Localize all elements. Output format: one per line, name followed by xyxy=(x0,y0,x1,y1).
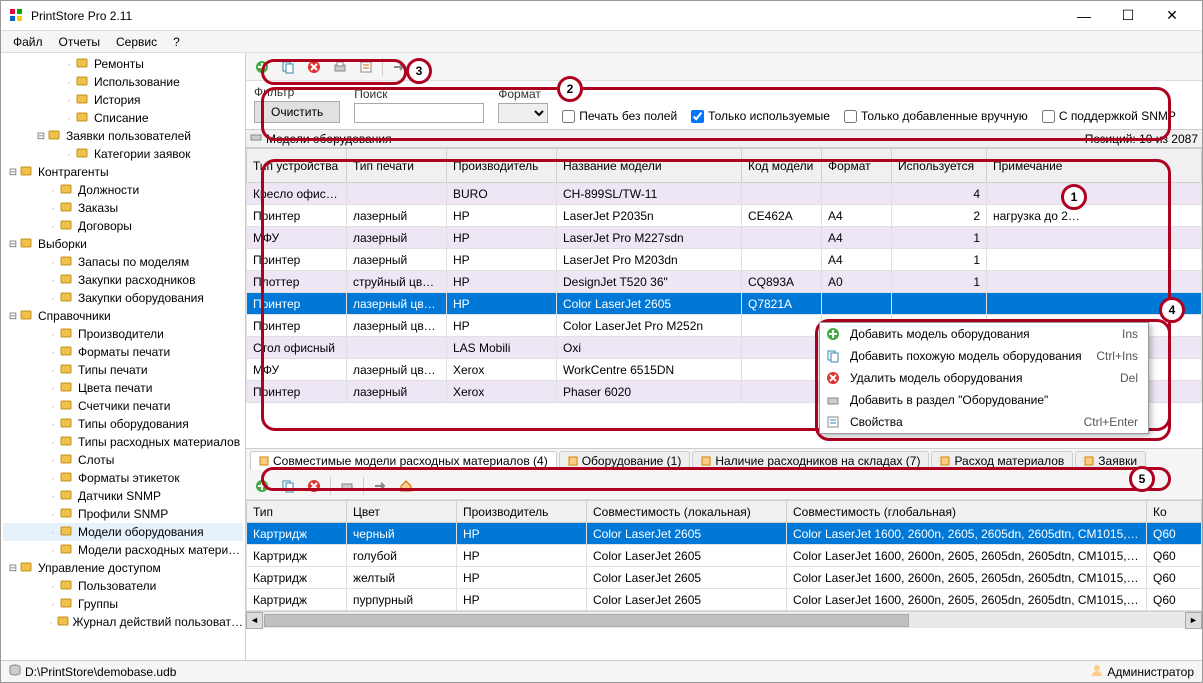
marker-4: 4 xyxy=(1159,297,1185,323)
tree-item[interactable]: ⊟Справочники xyxy=(3,307,243,325)
current-user: Администратор xyxy=(1107,665,1194,679)
tree-item[interactable]: ·Цвета печати xyxy=(3,379,243,397)
printer-icon xyxy=(250,131,262,146)
tree-item[interactable]: ·Типы печати xyxy=(3,361,243,379)
tree-item[interactable]: ·Договоры xyxy=(3,217,243,235)
tree-item[interactable]: ·Закупки оборудования xyxy=(3,289,243,307)
tree-item[interactable]: ·Слоты xyxy=(3,451,243,469)
status-bar: D:\PrintStore\demobase.udb Администратор xyxy=(1,660,1202,682)
context-menu-item[interactable]: Добавить похожую модель оборудованияCtrl… xyxy=(820,345,1148,367)
tree-item[interactable]: ·Модели оборудования xyxy=(3,523,243,541)
tree-item[interactable]: ·Использование xyxy=(3,73,243,91)
tree-item[interactable]: ·Журнал действий пользоват… xyxy=(3,613,243,631)
app-icon xyxy=(9,8,25,24)
tree-item[interactable]: ·Категории заявок xyxy=(3,145,243,163)
column-header[interactable]: Цвет xyxy=(347,501,457,523)
tree-item[interactable]: ·Форматы этикеток xyxy=(3,469,243,487)
table-row[interactable]: КартриджголубойHPColor LaserJet 2605Colo… xyxy=(247,545,1202,567)
column-header[interactable]: Совместимость (глобальная) xyxy=(787,501,1147,523)
tree-item[interactable]: ·Пользователи xyxy=(3,577,243,595)
marker-5: 5 xyxy=(1129,466,1155,492)
maximize-button[interactable]: ☐ xyxy=(1106,2,1150,30)
tree-item[interactable]: ·Списание xyxy=(3,109,243,127)
menu-help[interactable]: ? xyxy=(173,35,180,49)
context-menu-item[interactable]: Добавить в раздел "Оборудование" xyxy=(820,389,1148,411)
main-menu: Файл Отчеты Сервис ? xyxy=(1,31,1202,53)
menu-service[interactable]: Сервис xyxy=(116,35,157,49)
user-icon xyxy=(1091,664,1103,679)
horizontal-scrollbar[interactable]: ◄► xyxy=(246,611,1202,628)
tree-item[interactable]: ·Производители xyxy=(3,325,243,343)
tree-item[interactable]: ·Типы расходных материалов xyxy=(3,433,243,451)
tree-item[interactable]: ⊟Выборки xyxy=(3,235,243,253)
tree-item[interactable]: ⊟Управление доступом xyxy=(3,559,243,577)
tree-item[interactable]: ·Счетчики печати xyxy=(3,397,243,415)
close-button[interactable]: ✕ xyxy=(1150,2,1194,30)
tree-item[interactable]: ·История xyxy=(3,91,243,109)
tree-item[interactable]: ·Типы оборудования xyxy=(3,415,243,433)
context-menu-item[interactable]: СвойстваCtrl+Enter xyxy=(820,411,1148,433)
menu-file[interactable]: Файл xyxy=(13,35,43,49)
database-icon xyxy=(9,664,21,679)
menu-reports[interactable]: Отчеты xyxy=(59,35,100,49)
minimize-button[interactable]: — xyxy=(1062,2,1106,30)
tree-item[interactable]: ·Ремонты xyxy=(3,55,243,73)
context-menu[interactable]: Добавить модель оборудованияInsДобавить … xyxy=(819,322,1149,434)
tree-item[interactable]: ·Модели расходных матери… xyxy=(3,541,243,559)
window-title: PrintStore Pro 2.11 xyxy=(31,9,132,23)
table-row[interactable]: КартриджчерныйHPColor LaserJet 2605Color… xyxy=(247,523,1202,545)
tree-item[interactable]: ⊟Заявки пользователей xyxy=(3,127,243,145)
tree-item[interactable]: ·Группы xyxy=(3,595,243,613)
context-menu-item[interactable]: Добавить модель оборудованияIns xyxy=(820,323,1148,345)
window-titlebar: PrintStore Pro 2.11 — ☐ ✕ xyxy=(1,1,1202,31)
marker-1: 1 xyxy=(1061,184,1087,210)
tree-item[interactable]: ·Закупки расходников xyxy=(3,271,243,289)
navigation-tree[interactable]: ·Ремонты·Использование·История·Списание⊟… xyxy=(1,53,246,660)
tree-item[interactable]: ·Запасы по моделям xyxy=(3,253,243,271)
supplies-grid[interactable]: ТипЦветПроизводительСовместимость (локал… xyxy=(246,500,1202,611)
marker-2: 2 xyxy=(557,76,583,102)
tree-item[interactable]: ⊟Контрагенты xyxy=(3,163,243,181)
column-header[interactable]: Производитель xyxy=(457,501,587,523)
tree-item[interactable]: ·Форматы печати xyxy=(3,343,243,361)
table-row[interactable]: КартриджпурпурныйHPColor LaserJet 2605Co… xyxy=(247,589,1202,611)
tree-item[interactable]: ·Заказы xyxy=(3,199,243,217)
db-path: D:\PrintStore\demobase.udb xyxy=(25,665,176,679)
column-header[interactable]: Совместимость (локальная) xyxy=(587,501,787,523)
column-header[interactable]: Тип xyxy=(247,501,347,523)
tree-item[interactable]: ·Профили SNMP xyxy=(3,505,243,523)
marker-3: 3 xyxy=(406,58,432,84)
tree-item[interactable]: ·Должности xyxy=(3,181,243,199)
table-row[interactable]: КартриджжелтыйHPColor LaserJet 2605Color… xyxy=(247,567,1202,589)
column-header[interactable]: Ко xyxy=(1147,501,1202,523)
context-menu-item[interactable]: Удалить модель оборудованияDel xyxy=(820,367,1148,389)
tree-item[interactable]: ·Датчики SNMP xyxy=(3,487,243,505)
